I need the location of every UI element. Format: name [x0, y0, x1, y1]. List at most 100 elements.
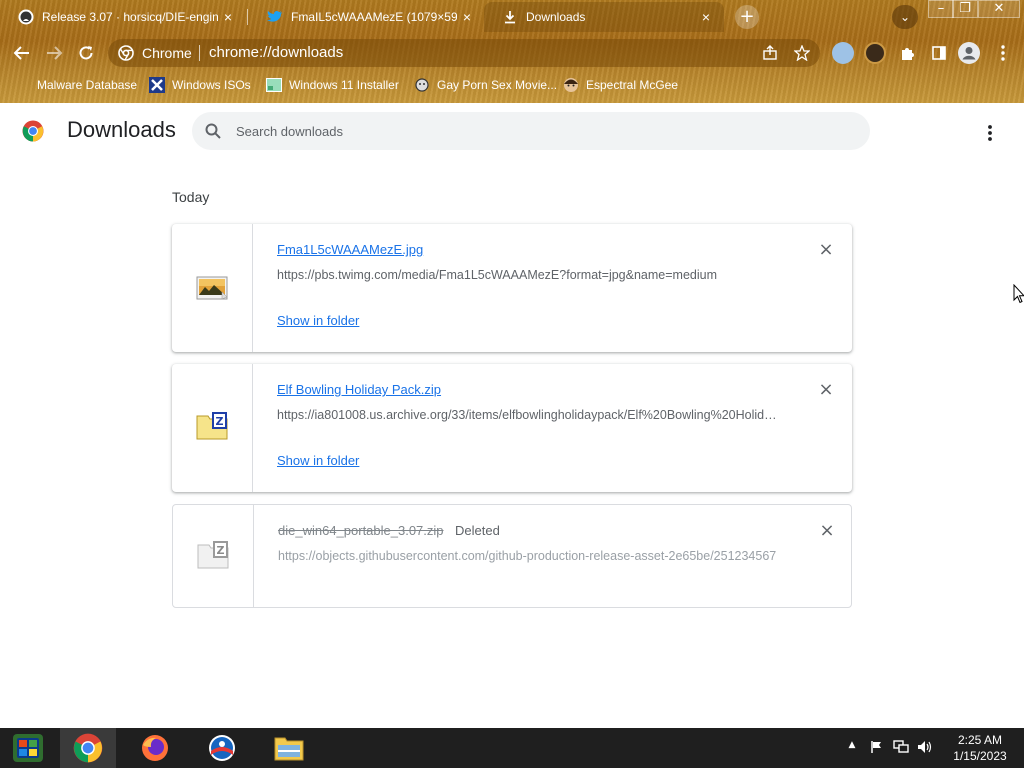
image-file-icon [196, 276, 228, 300]
download-item: Z Elf Bowling Holiday Pack.zip https://i… [172, 364, 852, 492]
firefox-icon [142, 735, 168, 761]
profile-avatar-extension-icon[interactable] [864, 42, 886, 64]
profile-icon[interactable] [958, 42, 980, 64]
site-chip: Chrome [142, 45, 192, 61]
tab-title: Downloads [526, 10, 586, 24]
new-tab-button[interactable]: + [735, 5, 759, 29]
tab-strip: Release 3.07 · horsicq/DIE-engine × FmaI… [0, 0, 1024, 34]
close-window-button[interactable]: ✕ [978, 0, 1020, 18]
remove-from-list-button[interactable]: × [816, 381, 836, 401]
bookmark-star-icon[interactable] [792, 43, 812, 63]
more-vert-icon [988, 125, 992, 141]
download-status-label: Deleted [455, 523, 500, 538]
downloads-header: Downloads [0, 103, 1024, 159]
forward-button[interactable] [41, 40, 67, 66]
bookmark-label: Windows ISOs [172, 78, 251, 92]
tab-search-button[interactable]: ⌄ [892, 5, 918, 29]
side-panel-icon[interactable] [928, 42, 950, 64]
file-explorer-icon [274, 737, 304, 761]
tab-separator [247, 9, 248, 25]
remove-from-list-button[interactable]: × [817, 522, 837, 542]
bookmark-movie[interactable]: Gay Porn Sex Movie... [414, 75, 557, 95]
system-clock[interactable]: 2:25 AM 1/15/2023 [944, 732, 1016, 764]
download-filename-link[interactable]: Fma1L5cWAAAMezE.jpg [277, 242, 423, 257]
taskbar: ▲ 2:25 AM 1/15/2023 [0, 728, 1024, 768]
show-in-folder-link[interactable]: Show in folder [277, 453, 359, 468]
file-icon-column [172, 224, 253, 352]
file-icon-column: Z [172, 364, 253, 492]
extensions-puzzle-icon[interactable] [896, 42, 918, 64]
bookmark-label: Malware Database [37, 78, 138, 92]
flag-extension-icon[interactable] [832, 42, 854, 64]
url-text[interactable]: chrome://downloads [209, 44, 343, 61]
search-box[interactable] [192, 112, 870, 150]
forward-arrow-icon [47, 46, 63, 60]
github-icon [18, 9, 34, 25]
download-source-url[interactable]: https://objects.githubusercontent.com/gi… [278, 549, 778, 563]
taskbar-chrome-button[interactable] [60, 728, 116, 768]
close-tab-icon[interactable]: × [218, 9, 238, 25]
show-in-folder-link[interactable]: Show in folder [277, 313, 359, 328]
chrome-icon [73, 733, 103, 763]
date-heading: Today [172, 189, 210, 205]
page-title: Downloads [67, 117, 176, 142]
browser-icon [209, 735, 235, 761]
taskbar-firefox-button[interactable] [127, 728, 183, 768]
bookmark-espectral-mcgee[interactable]: Espectral McGee [563, 75, 678, 95]
tab-release[interactable]: Release 3.07 · horsicq/DIE-engine × [0, 2, 246, 32]
bookmark-label: Gay Porn Sex Movie... [437, 78, 558, 92]
show-hidden-icons-chevron[interactable]: ▲ [846, 740, 858, 756]
volume-icon[interactable] [917, 740, 933, 756]
taskbar-browser-button[interactable] [194, 728, 250, 768]
download-icon [502, 9, 518, 25]
download-source-url[interactable]: https://pbs.twimg.com/media/Fma1L5cWAAAM… [277, 268, 777, 282]
avatar-face-icon [563, 77, 579, 93]
tab-image[interactable]: FmaIL5cWAAAMezE (1079×598) × [249, 2, 485, 32]
download-filename-link[interactable]: Elf Bowling Holiday Pack.zip [277, 382, 441, 397]
tab-title: FmaIL5cWAAAMezE (1079×598) [291, 10, 457, 24]
x-logo-icon [149, 77, 165, 93]
address-bar[interactable]: Chrome chrome://downloads [108, 39, 820, 67]
tab-title: Release 3.07 · horsicq/DIE-engine [42, 10, 218, 24]
zip-folder-icon: Z [197, 541, 229, 569]
browser-toolbar: Chrome chrome://downloads [0, 35, 1024, 71]
bookmark-windows-isos[interactable]: Windows ISOs [149, 75, 251, 95]
tab-downloads[interactable]: Downloads × [484, 2, 724, 32]
chrome-menu-icon[interactable] [992, 42, 1014, 64]
minimize-button[interactable]: – [928, 0, 954, 18]
zip-folder-icon: Z [196, 412, 228, 440]
share-icon[interactable] [760, 43, 780, 63]
close-tab-icon[interactable]: × [696, 9, 716, 25]
back-arrow-icon [13, 46, 29, 60]
screen: Release 3.07 · horsicq/DIE-engine × FmaI… [0, 0, 1024, 768]
maximize-button[interactable]: ❐ [952, 0, 978, 18]
start-orb-icon [13, 734, 43, 762]
reload-button[interactable] [73, 40, 99, 66]
more-actions-button[interactable] [978, 121, 1002, 145]
search-input[interactable] [236, 120, 836, 142]
bookmark-label: Windows 11 Installer [289, 78, 399, 92]
taskbar-file-explorer-button[interactable] [261, 728, 317, 768]
start-button[interactable] [0, 728, 56, 768]
twitter-bird-icon [267, 9, 283, 25]
remove-from-list-button[interactable]: × [816, 241, 836, 261]
close-tab-icon[interactable]: × [457, 9, 477, 25]
download-item-deleted: Z die_win64_portable_3.07.zip Deleted ht… [172, 504, 852, 608]
bookmark-malware-database[interactable]: Malware Database [14, 75, 137, 95]
file-icon-column: Z [173, 505, 254, 607]
action-center-flag-icon[interactable] [869, 740, 885, 756]
browser-chrome: Release 3.07 · horsicq/DIE-engine × FmaI… [0, 0, 1024, 103]
back-button[interactable] [9, 40, 35, 66]
search-icon [205, 123, 221, 139]
installer-image-icon [266, 77, 282, 93]
bookmark-windows-11-installer[interactable]: Windows 11 Installer [266, 75, 399, 95]
download-filename: die_win64_portable_3.07.zip [278, 523, 444, 538]
blank-page-icon [14, 77, 30, 93]
chrome-icon [118, 45, 134, 61]
svg-text:Z: Z [217, 544, 225, 557]
chrome-logo-icon [22, 120, 44, 142]
reload-icon [79, 46, 93, 60]
network-icon[interactable] [893, 740, 909, 756]
clock-date: 1/15/2023 [953, 749, 1007, 763]
download-source-url[interactable]: https://ia801008.us.archive.org/33/items… [277, 408, 777, 422]
